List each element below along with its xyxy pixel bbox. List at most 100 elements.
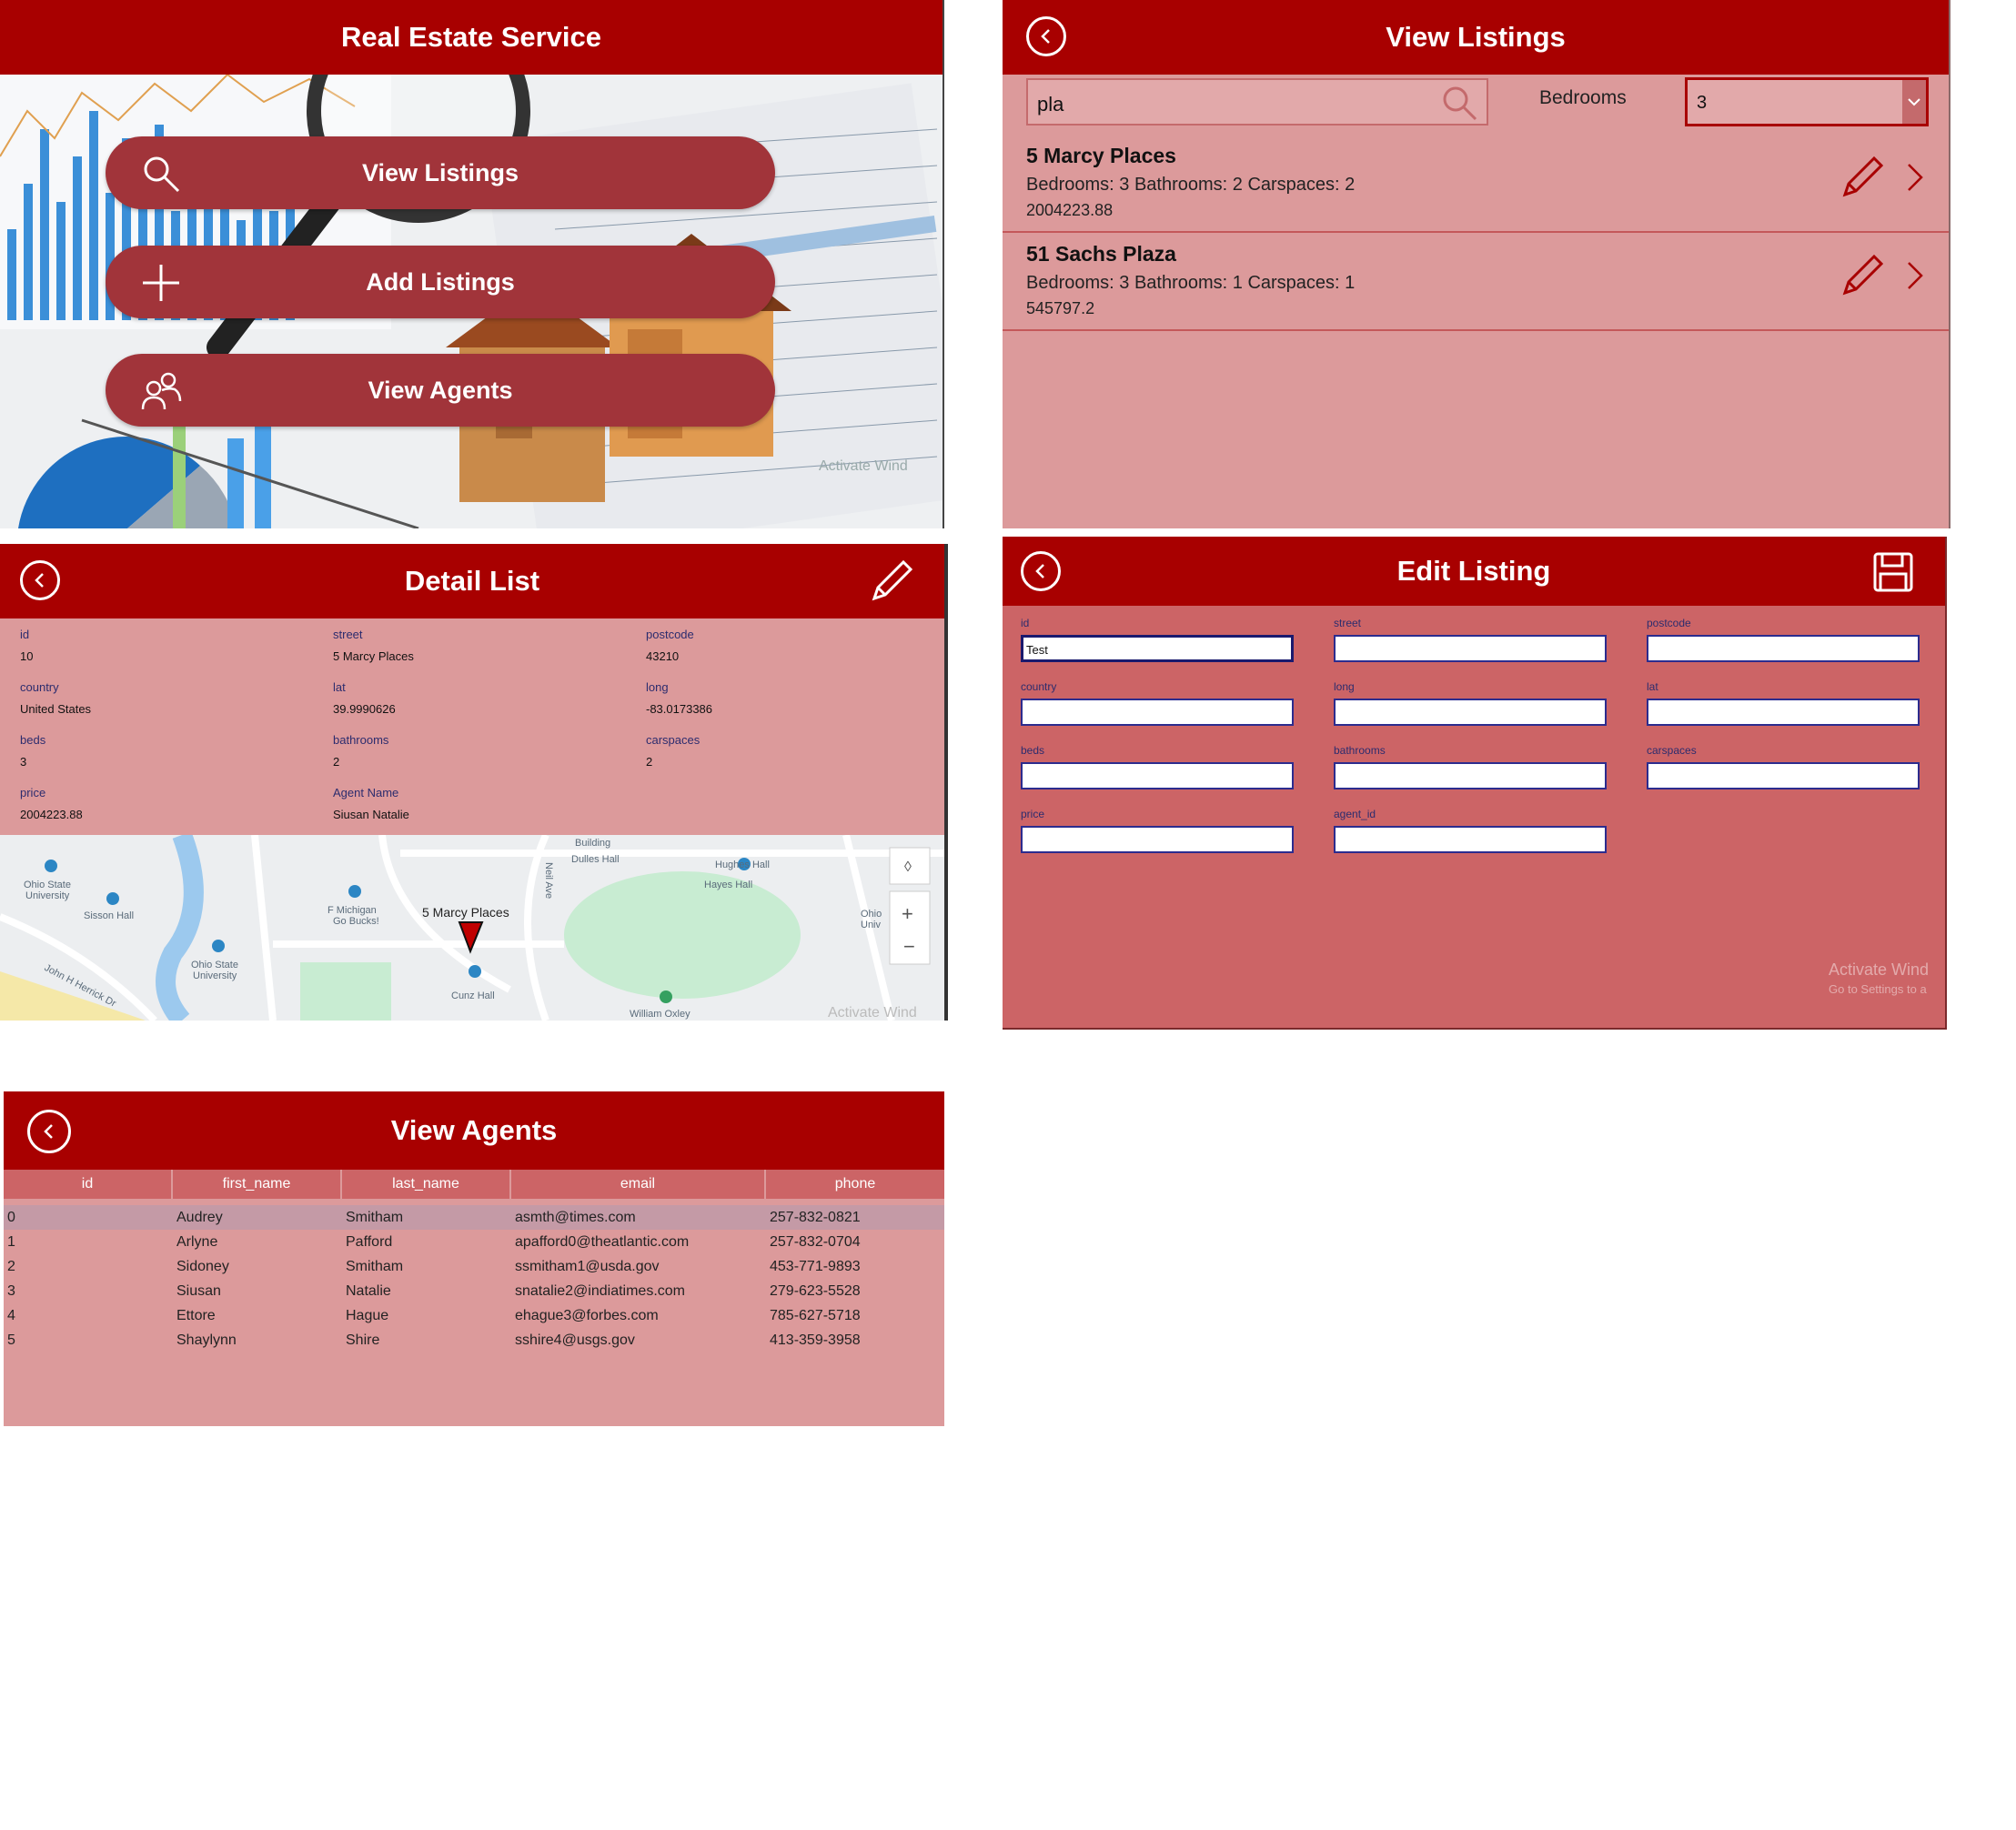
field-value: 3 — [20, 755, 27, 769]
svg-text:−: − — [903, 935, 915, 958]
field-label: lat — [1647, 680, 1658, 693]
edit-field-bathrooms: bathrooms — [1334, 744, 1607, 789]
pencil-icon[interactable] — [1840, 253, 1885, 298]
bathrooms-input[interactable] — [1334, 762, 1607, 789]
field-value: United States — [20, 702, 92, 716]
field-value: 5 Marcy Places — [333, 649, 414, 663]
lat-input[interactable] — [1647, 699, 1920, 726]
long-input[interactable] — [1334, 699, 1607, 726]
beds-input[interactable] — [1021, 762, 1294, 789]
table-cell: Hague — [346, 1308, 389, 1323]
svg-text:Univ: Univ — [861, 920, 882, 930]
postcode-input[interactable] — [1647, 635, 1920, 662]
add-listings-button[interactable]: Add Listings — [106, 246, 775, 318]
listing-street: 5 Marcy Places — [1026, 144, 1176, 167]
bedrooms-dropdown[interactable]: 3 — [1685, 77, 1929, 126]
bedrooms-label: Bedrooms — [1539, 87, 1627, 108]
svg-text:◊: ◊ — [904, 860, 912, 875]
chevron-left-icon — [1032, 562, 1050, 580]
price-input[interactable] — [1021, 826, 1294, 853]
table-cell: Smitham — [346, 1259, 404, 1274]
view-listings-button[interactable]: View Listings — [106, 136, 775, 209]
edit-field-lat: lat — [1647, 680, 1920, 726]
column-header[interactable]: last_name — [342, 1170, 511, 1199]
column-header[interactable]: id — [4, 1170, 173, 1199]
detail-field-price: price 2004223.88 — [20, 786, 83, 821]
carspaces-input[interactable] — [1647, 762, 1920, 789]
table-cell: 1 — [7, 1234, 15, 1250]
agent-id-input[interactable] — [1334, 826, 1607, 853]
edit-header: Edit Listing — [1003, 537, 1945, 606]
pencil-icon[interactable] — [869, 558, 914, 604]
listing-details: Bedrooms: 3 Bathrooms: 1 Carspaces: 1 — [1026, 273, 1356, 293]
detail-field-bathrooms: bathrooms 2 — [333, 733, 388, 769]
table-row[interactable]: 4 Ettore Hague ehague3@forbes.com 785-627-57… — [4, 1303, 944, 1328]
chevron-right-icon[interactable] — [1905, 260, 1925, 291]
back-button[interactable] — [1021, 551, 1061, 591]
id-input[interactable]: Test — [1021, 635, 1294, 662]
table-row[interactable]: 3 Siusan Natalie snatalie2@indiatimes.com 27… — [4, 1279, 944, 1303]
detail-field-beds: beds 3 — [20, 733, 45, 769]
edit-field-beds: beds — [1021, 744, 1294, 789]
table-cell: 4 — [7, 1308, 15, 1323]
search-input[interactable]: pla — [1026, 78, 1488, 126]
table-cell: 413-359-3958 — [770, 1332, 861, 1348]
chevron-right-icon[interactable] — [1905, 162, 1925, 193]
country-input[interactable] — [1021, 699, 1294, 726]
listing-item[interactable]: 51 Sachs Plaza Bedrooms: 3 Bathrooms: 1 … — [1003, 231, 1949, 331]
detail-list-screen: Detail List id 10 street 5 Marcy Places po… — [0, 544, 948, 1021]
svg-text:University: University — [25, 890, 70, 901]
table-cell: sshire4@usgs.gov — [515, 1332, 635, 1348]
back-button[interactable] — [20, 560, 60, 600]
column-header[interactable]: email — [511, 1170, 766, 1199]
street-input[interactable] — [1334, 635, 1607, 662]
field-label: price — [20, 786, 46, 799]
table-cell: apafford0@theatlantic.com — [515, 1234, 690, 1250]
svg-text:+: + — [902, 902, 913, 925]
table-cell: ehague3@forbes.com — [515, 1308, 659, 1323]
pencil-icon[interactable] — [1840, 155, 1885, 200]
table-row[interactable]: 2 Sidoney Smitham ssmitham1@usda.gov 453-771… — [4, 1254, 944, 1279]
detail-field-street: street 5 Marcy Places — [333, 628, 414, 663]
view-listings-label: View Listings — [361, 158, 519, 186]
column-header[interactable]: first_name — [173, 1170, 342, 1199]
listing-item[interactable]: 5 Marcy Places Bedrooms: 3 Bathrooms: 2 … — [1003, 133, 1949, 233]
chevron-down-icon[interactable] — [1902, 80, 1926, 124]
people-icon — [140, 370, 182, 412]
chevron-left-icon — [1037, 27, 1055, 45]
search-input-value: pla — [1037, 93, 1064, 116]
svg-text:Activate Wind: Activate Wind — [819, 458, 908, 474]
table-cell: Siusan — [176, 1283, 221, 1299]
svg-text:Hayes Hall: Hayes Hall — [704, 880, 752, 890]
table-row[interactable]: 5 Shaylynn Shire sshire4@usgs.gov 413-359-39… — [4, 1328, 944, 1352]
svg-text:Dulles Hall: Dulles Hall — [571, 854, 620, 865]
column-header[interactable]: phone — [766, 1170, 944, 1199]
activate-windows-watermark: Activate Wind — [1829, 960, 1930, 979]
location-map[interactable]: Ohio StateUniversity Sisson HallOhio Sta… — [0, 835, 944, 1021]
table-cell: Sidoney — [176, 1259, 229, 1274]
field-label: price — [1021, 808, 1045, 820]
view-agents-button[interactable]: View Agents — [106, 354, 775, 427]
table-row[interactable]: 1 Arlyne Pafford apafford0@theatlantic.com 2… — [4, 1230, 944, 1254]
table-cell: 2 — [7, 1259, 15, 1274]
field-label: carspaces — [646, 733, 701, 747]
table-cell: 279-623-5528 — [770, 1283, 861, 1299]
back-button[interactable] — [27, 1110, 71, 1153]
table-cell: Audrey — [176, 1210, 223, 1225]
table-row[interactable]: 0 Audrey Smitham asmth@times.com 257-832-082… — [4, 1205, 944, 1230]
field-label: agent_id — [1334, 808, 1376, 820]
save-icon[interactable] — [1872, 551, 1914, 593]
table-cell: 453-771-9893 — [770, 1259, 861, 1274]
search-icon[interactable] — [1439, 85, 1479, 121]
edit-field-street: street — [1334, 617, 1607, 662]
field-label: postcode — [1647, 617, 1691, 629]
detail-field-postcode: postcode 43210 — [646, 628, 694, 663]
svg-text:5 Marcy Places: 5 Marcy Places — [422, 905, 509, 920]
listing-street: 51 Sachs Plaza — [1026, 242, 1176, 266]
table-cell: 5 — [7, 1332, 15, 1348]
detail-field-id: id 10 — [20, 628, 33, 663]
agents-title: View Agents — [390, 1114, 558, 1146]
field-label: bathrooms — [1334, 744, 1386, 757]
edit-field-agent-id: agent_id — [1334, 808, 1607, 853]
back-button[interactable] — [1026, 16, 1066, 56]
